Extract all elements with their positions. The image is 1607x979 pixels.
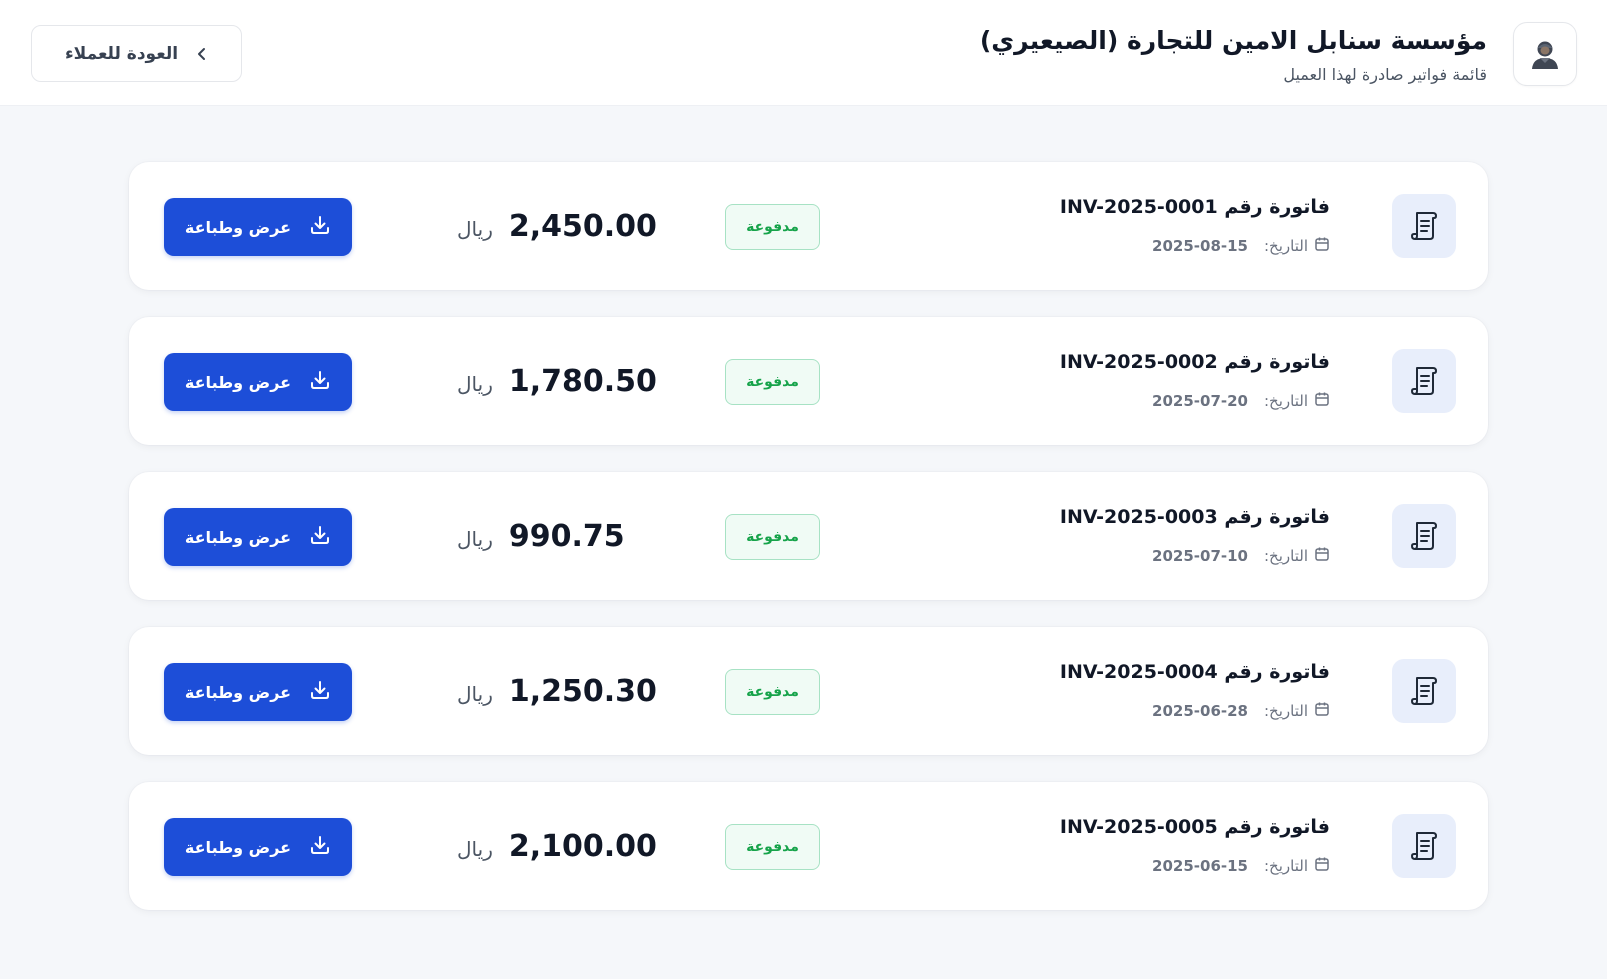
view-print-label: عرض وطباعة (184, 372, 292, 392)
currency-label: ريال (457, 682, 493, 706)
view-print-button[interactable]: عرض وطباعة (164, 818, 352, 876)
invoice-date: التاريخ: 2025-06-28 (1152, 701, 1330, 721)
amount-value: 2,100.00 (508, 828, 657, 864)
back-button-label: العودة للعملاء (64, 43, 179, 64)
download-icon (309, 214, 331, 240)
amount-value: 990.75 (508, 518, 625, 554)
date-label: التاريخ: (1264, 857, 1308, 875)
invoice-card: فاتورة رقم INV-2025-0001 التاريخ: 2025-0… (129, 162, 1488, 290)
date-label: التاريخ: (1264, 547, 1308, 565)
invoice-card: فاتورة رقم INV-2025-0003 التاريخ: 2025-0… (129, 472, 1488, 600)
receipt-icon (1392, 194, 1456, 258)
amount-value: 2,450.00 (508, 208, 657, 244)
view-print-label: عرض وطباعة (184, 682, 292, 702)
user-icon (1532, 41, 1558, 69)
date-value: 2025-07-20 (1152, 392, 1248, 410)
calendar-icon (1314, 236, 1330, 256)
invoice-card: فاتورة رقم INV-2025-0004 التاريخ: 2025-0… (129, 627, 1488, 755)
status-badge: مدفوعة (725, 824, 820, 870)
download-icon (309, 369, 331, 395)
back-to-clients-button[interactable]: العودة للعملاء (31, 25, 242, 82)
invoice-title: فاتورة رقم INV-2025-0003 (1059, 506, 1330, 528)
status-badge: مدفوعة (725, 669, 820, 715)
client-titles: مؤسسة سنابل الامين للتجارة (الصيعيري) قا… (980, 24, 1487, 86)
client-name: مؤسسة سنابل الامين للتجارة (الصيعيري) (979, 26, 1487, 55)
date-label: التاريخ: (1264, 237, 1308, 255)
invoice-title: فاتورة رقم INV-2025-0002 (1059, 351, 1330, 373)
date-value: 2025-06-28 (1152, 702, 1248, 720)
invoice-date: التاريخ: 2025-07-10 (1152, 546, 1330, 566)
currency-label: ريال (457, 217, 493, 241)
date-value: 2025-08-15 (1152, 237, 1248, 255)
invoice-amount: ريال 990.75 (457, 512, 625, 560)
invoice-amount: ريال 2,100.00 (457, 822, 657, 870)
page-header: مؤسسة سنابل الامين للتجارة (الصيعيري) قا… (0, 0, 1607, 106)
view-print-button[interactable]: عرض وطباعة (164, 353, 352, 411)
receipt-icon (1392, 504, 1456, 568)
invoice-date: التاريخ: 2025-07-20 (1152, 391, 1330, 411)
chevron-left-icon (196, 46, 208, 62)
status-badge: مدفوعة (725, 514, 820, 560)
receipt-icon (1392, 349, 1456, 413)
download-icon (309, 834, 331, 860)
download-icon (309, 679, 331, 705)
date-value: 2025-07-10 (1152, 547, 1248, 565)
receipt-icon (1392, 659, 1456, 723)
status-badge: مدفوعة (725, 359, 820, 405)
download-icon (309, 524, 331, 550)
page-subtitle: قائمة فواتير صادرة لهذا العميل (1283, 65, 1487, 84)
status-badge: مدفوعة (725, 204, 820, 250)
invoice-date: التاريخ: 2025-08-15 (1152, 236, 1330, 256)
invoice-date: التاريخ: 2025-06-15 (1152, 856, 1330, 876)
currency-label: ريال (457, 527, 493, 551)
date-value: 2025-06-15 (1152, 857, 1248, 875)
calendar-icon (1314, 856, 1330, 876)
currency-label: ريال (457, 837, 493, 861)
invoice-card: فاتورة رقم INV-2025-0005 التاريخ: 2025-0… (129, 782, 1488, 910)
date-label: التاريخ: (1264, 392, 1308, 410)
invoice-amount: ريال 1,780.50 (457, 357, 657, 405)
view-print-button[interactable]: عرض وطباعة (164, 508, 352, 566)
invoice-title: فاتورة رقم INV-2025-0004 (1059, 661, 1330, 683)
amount-value: 1,780.50 (508, 363, 657, 399)
calendar-icon (1314, 391, 1330, 411)
view-print-button[interactable]: عرض وطباعة (164, 198, 352, 256)
view-print-label: عرض وطباعة (184, 837, 292, 857)
date-label: التاريخ: (1264, 702, 1308, 720)
receipt-icon (1392, 814, 1456, 878)
view-print-button[interactable]: عرض وطباعة (164, 663, 352, 721)
view-print-label: عرض وطباعة (184, 217, 292, 237)
invoice-card: فاتورة رقم INV-2025-0002 التاريخ: 2025-0… (129, 317, 1488, 445)
amount-value: 1,250.30 (508, 673, 657, 709)
invoice-list: فاتورة رقم INV-2025-0001 التاريخ: 2025-0… (129, 162, 1488, 937)
calendar-icon (1314, 701, 1330, 721)
invoice-amount: ريال 1,250.30 (457, 667, 657, 715)
currency-label: ريال (457, 372, 493, 396)
invoice-amount: ريال 2,450.00 (457, 202, 657, 250)
calendar-icon (1314, 546, 1330, 566)
invoice-title: فاتورة رقم INV-2025-0001 (1059, 196, 1330, 218)
view-print-label: عرض وطباعة (184, 527, 292, 547)
invoice-title: فاتورة رقم INV-2025-0005 (1059, 816, 1330, 838)
client-avatar (1513, 22, 1577, 86)
